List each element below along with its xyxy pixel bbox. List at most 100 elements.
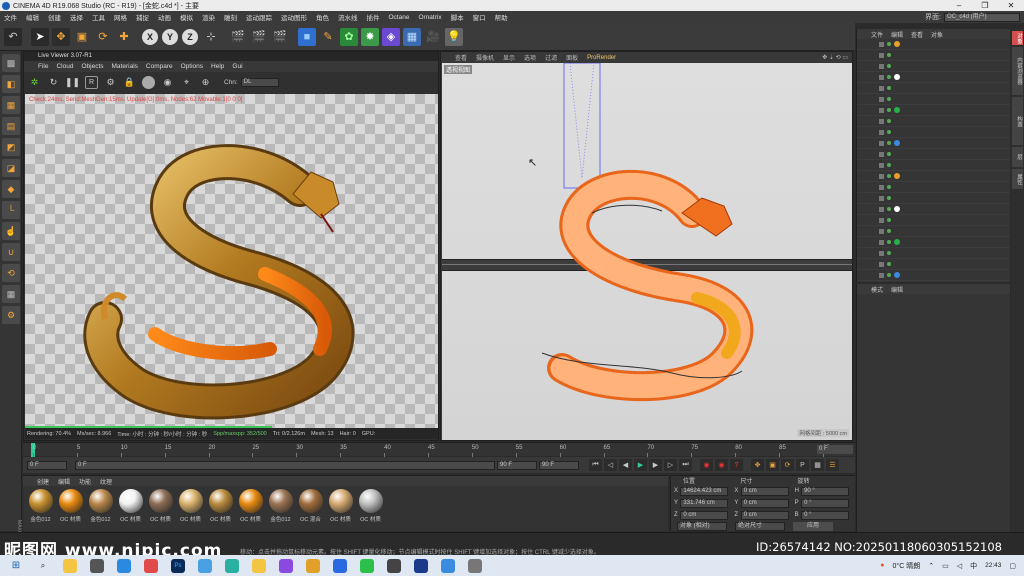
layout-dropdown[interactable]: OC_c4d (用户) <box>944 12 1020 22</box>
visibility-toggle[interactable] <box>879 184 884 190</box>
visibility-toggle[interactable] <box>879 41 884 47</box>
app-icon[interactable] <box>387 558 401 573</box>
vp-menu-prorender[interactable]: ProRender <box>587 55 616 61</box>
minimize-icon[interactable]: – <box>946 1 972 10</box>
close-icon[interactable]: ✕ <box>998 1 1024 10</box>
light-icon[interactable]: 💡 <box>445 27 463 46</box>
apply-button[interactable]: 应用 <box>793 522 833 531</box>
tweak-icon[interactable]: ☝ <box>2 222 20 240</box>
enable-check-icon[interactable] <box>887 141 891 145</box>
maximize-icon[interactable]: ❐ <box>972 1 998 10</box>
object-row[interactable] <box>857 226 1010 237</box>
media-app-icon[interactable] <box>90 558 104 573</box>
menu-item[interactable]: 模拟 <box>180 12 193 22</box>
position-y-field[interactable]: 331.746 cm <box>680 498 729 508</box>
lv-menu-gui[interactable]: Gui <box>232 63 242 70</box>
key-parameter-icon[interactable]: P <box>796 459 809 471</box>
add-icon[interactable]: ✚ <box>115 28 133 46</box>
weather-text[interactable]: 0°C 晴朗 <box>893 561 921 571</box>
cinema4d-taskbar-icon[interactable] <box>414 558 428 573</box>
visibility-toggle[interactable] <box>879 206 884 212</box>
visibility-toggle[interactable] <box>879 96 884 102</box>
app-icon[interactable] <box>468 558 482 573</box>
lock-icon[interactable]: ⟲ <box>2 264 20 282</box>
object-row[interactable] <box>857 259 1010 270</box>
prev-frame-icon[interactable]: ◀ <box>619 459 632 471</box>
restart-icon[interactable]: ↻ <box>47 76 60 89</box>
menu-item[interactable]: 窗口 <box>473 12 486 22</box>
ime-indicator[interactable]: 中 <box>970 561 977 571</box>
rotation-b-field[interactable]: 0 ° <box>801 510 849 520</box>
goto-end-icon[interactable]: ⏭ <box>679 459 692 471</box>
folder-icon[interactable] <box>252 558 266 573</box>
material-swatch[interactable]: OC 材质 <box>236 489 265 523</box>
notification-icon[interactable]: ▢ <box>1009 562 1016 570</box>
edges-mode-icon[interactable]: ◪ <box>2 159 20 177</box>
menu-item[interactable]: 脚本 <box>451 12 464 22</box>
enable-check-icon[interactable] <box>887 163 891 167</box>
object-row[interactable] <box>857 182 1010 193</box>
visibility-toggle[interactable] <box>879 85 884 91</box>
enable-check-icon[interactable] <box>887 196 891 200</box>
next-key-icon[interactable]: ▷ <box>664 459 677 471</box>
visibility-toggle[interactable] <box>879 195 884 201</box>
render-view-icon[interactable]: 🎬 <box>229 28 247 46</box>
menu-item[interactable]: 雕刻 <box>224 12 237 22</box>
enable-check-icon[interactable] <box>887 174 891 178</box>
visibility-toggle[interactable] <box>879 140 884 146</box>
grid-icon[interactable]: ▦ <box>2 285 20 303</box>
object-row[interactable] <box>857 61 1010 72</box>
visibility-toggle[interactable] <box>879 217 884 223</box>
volume-icon[interactable]: ◁ <box>957 562 962 570</box>
enable-check-icon[interactable] <box>887 108 891 112</box>
object-row[interactable] <box>857 105 1010 116</box>
cube-icon[interactable]: ■ <box>298 27 316 46</box>
timeline-frame-field[interactable]: 0 F <box>817 445 853 454</box>
menu-item[interactable]: 运动图形 <box>281 12 307 22</box>
material-tag-icon[interactable] <box>894 272 900 278</box>
material-swatch[interactable]: OC 材质 <box>176 489 205 523</box>
menu-item[interactable]: 创建 <box>48 12 61 22</box>
visibility-toggle[interactable] <box>879 261 884 267</box>
object-row[interactable] <box>857 204 1010 215</box>
app-icon[interactable] <box>306 558 320 573</box>
visibility-toggle[interactable] <box>879 151 884 157</box>
am-menu-edit[interactable]: 编辑 <box>891 285 903 294</box>
material-swatch[interactable]: OC 混合 <box>296 489 325 523</box>
menu-item[interactable]: 捕捉 <box>136 12 149 22</box>
am-menu-mode[interactable]: 模式 <box>871 285 883 294</box>
vp-menu-panel[interactable]: 面板 <box>566 53 578 62</box>
enable-check-icon[interactable] <box>887 273 891 277</box>
undo-icon[interactable]: ↶ <box>4 27 22 46</box>
enable-check-icon[interactable] <box>887 42 891 46</box>
gear-icon[interactable]: ⚙ <box>2 306 20 324</box>
subdivision-icon[interactable]: ✿ <box>340 27 358 46</box>
enable-check-icon[interactable] <box>887 130 891 134</box>
record-icon[interactable]: ◉ <box>700 459 713 471</box>
viewport-canvas[interactable]: 透视视图 ↖ 网格间距 : 5000 cm <box>442 63 852 440</box>
wechat-icon[interactable] <box>360 558 374 573</box>
next-frame-icon[interactable]: ▶ <box>649 459 662 471</box>
browser-icon[interactable] <box>117 558 131 573</box>
paint-icon[interactable] <box>144 558 158 573</box>
material-tag-icon[interactable] <box>894 107 900 113</box>
visibility-toggle[interactable] <box>879 129 884 135</box>
size-mode-dropdown[interactable]: 绝对尺寸 <box>735 522 785 531</box>
tray-arrow-icon[interactable]: ⌃ <box>928 562 934 570</box>
material-tag-icon[interactable] <box>894 140 900 146</box>
network-icon[interactable]: ▭ <box>942 562 949 570</box>
vp-menu-camera[interactable]: 摄像机 <box>476 53 494 62</box>
visibility-toggle[interactable] <box>879 63 884 69</box>
enable-check-icon[interactable] <box>887 152 891 156</box>
mm-menu-texture[interactable]: 纹理 <box>100 477 112 486</box>
menu-item[interactable]: 网格 <box>114 12 127 22</box>
clock[interactable]: 22:43 <box>985 562 1001 569</box>
settings-icon[interactable]: ⚙ <box>104 76 117 89</box>
object-row[interactable] <box>857 127 1010 138</box>
floor-icon[interactable]: ▦ <box>403 27 421 46</box>
tab-content-browser[interactable]: 内容浏览器 <box>1012 47 1023 95</box>
viewport-nav-icons[interactable]: ✥ ⇣ ⟲ ▭ <box>822 54 848 61</box>
material-swatch[interactable]: OC 材质 <box>56 489 85 523</box>
position-z-field[interactable]: 0 cm <box>680 510 729 520</box>
object-row[interactable] <box>857 72 1010 83</box>
